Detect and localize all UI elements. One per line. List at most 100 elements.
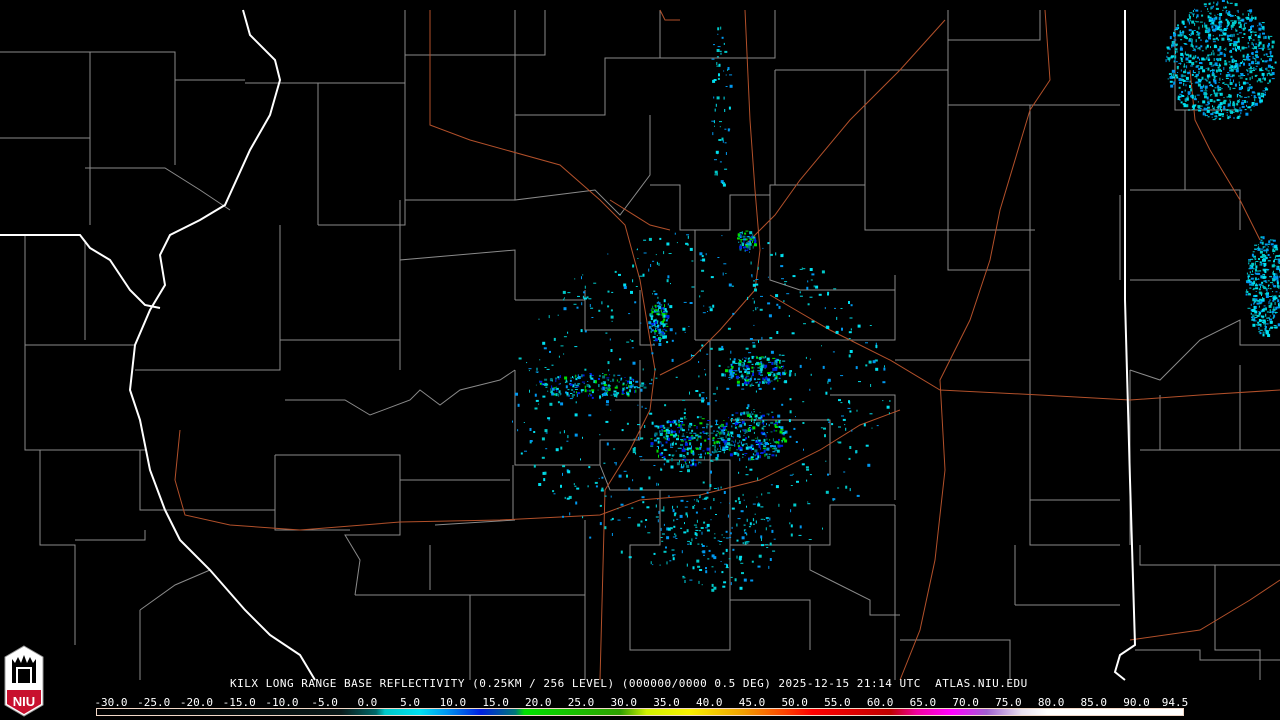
echo-pixel <box>1187 95 1189 98</box>
echo-pixel <box>624 377 626 378</box>
echo-pixel <box>706 545 708 547</box>
echo-pixel <box>629 378 631 382</box>
echo-pixel <box>674 512 677 515</box>
echo-pixel <box>730 350 732 354</box>
echo-pixel <box>684 506 688 508</box>
echo-pixel <box>546 368 550 370</box>
echo-pixel <box>695 526 698 528</box>
echo-pixel <box>762 247 764 249</box>
echo-pixel <box>738 359 741 361</box>
echo-pixel <box>1203 3 1207 6</box>
echo-pixel <box>722 437 724 440</box>
echo-pixel <box>1213 52 1215 56</box>
echo-pixel <box>1275 311 1277 314</box>
echo-pixel <box>640 437 644 440</box>
echo-pixel <box>1181 20 1185 24</box>
echo-pixel <box>1166 55 1168 58</box>
echo-pixel <box>539 359 541 361</box>
echo-pixel <box>1246 69 1248 71</box>
echo-pixel <box>549 402 553 406</box>
echo-pixel <box>788 315 790 317</box>
echo-pixel <box>1238 49 1240 51</box>
echo-pixel <box>1235 28 1237 30</box>
echo-pixel <box>580 458 581 461</box>
echo-pixel <box>1213 1 1215 4</box>
echo-pixel <box>805 466 809 469</box>
echo-pixel <box>710 432 714 434</box>
echo-pixel <box>751 560 754 563</box>
echo-pixel <box>1208 33 1212 37</box>
echo-pixel <box>695 511 698 514</box>
echo-pixel <box>1250 109 1252 112</box>
echo-pixel <box>821 345 822 347</box>
echo-pixel <box>563 307 567 311</box>
echo-pixel <box>645 519 648 521</box>
echo-pixel <box>601 487 604 491</box>
echo-pixel <box>735 439 736 443</box>
echo-pixel <box>759 455 761 459</box>
echo-pixel <box>856 494 860 497</box>
echo-pixel <box>657 310 659 312</box>
echo-pixel <box>1173 29 1175 31</box>
echo-pixel <box>716 56 719 58</box>
echo-pixel <box>637 436 639 440</box>
echo-pixel <box>858 381 861 383</box>
echo-pixel <box>1259 250 1263 254</box>
echo-pixel <box>690 449 693 453</box>
echo-pixel <box>1215 79 1217 82</box>
echo-pixel <box>1250 258 1254 260</box>
echo-pixel <box>536 367 538 371</box>
echo-pixel <box>1247 96 1250 98</box>
echo-pixel <box>714 445 716 449</box>
echo-pixel <box>586 296 589 299</box>
echo-pixel <box>658 328 662 331</box>
echo-pixel <box>1267 254 1270 256</box>
echo-pixel <box>717 257 720 258</box>
echo-pixel <box>652 260 655 262</box>
echo-pixel <box>1251 262 1255 266</box>
echo-pixel <box>806 468 810 471</box>
echo-pixel <box>1236 33 1239 35</box>
echo-pixel <box>564 297 565 299</box>
radar-map[interactable] <box>0 0 1280 720</box>
echo-pixel <box>550 390 553 394</box>
echo-pixel <box>699 494 701 498</box>
echo-pixel <box>742 429 744 432</box>
echo-pixel <box>769 517 771 521</box>
echo-pixel <box>700 442 702 446</box>
echo-pixel <box>675 332 677 335</box>
echo-pixel <box>723 451 725 454</box>
echo-pixel <box>658 454 659 458</box>
echo-pixel <box>1253 57 1255 59</box>
echo-pixel <box>1271 40 1275 44</box>
echo-pixel <box>702 430 705 433</box>
echo-pixel <box>1198 68 1201 71</box>
echo-pixel <box>1242 27 1245 31</box>
echo-pixel <box>1238 32 1242 34</box>
echo-pixel <box>1210 65 1214 67</box>
echo-pixel <box>701 418 705 420</box>
echo-pixel <box>576 391 577 394</box>
echo-pixel <box>1275 291 1278 293</box>
echo-pixel <box>740 562 744 564</box>
echo-pixel <box>1207 100 1209 102</box>
echo-pixel <box>1249 70 1253 74</box>
echo-pixel <box>1167 78 1169 80</box>
echo-pixel <box>704 439 707 442</box>
echo-pixel <box>739 370 742 373</box>
echo-pixel <box>1236 94 1238 98</box>
echo-pixel <box>1254 46 1257 50</box>
echo-pixel <box>1233 33 1235 37</box>
echo-pixel <box>738 366 741 368</box>
echo-pixel <box>660 309 662 311</box>
echo-pixel <box>748 526 751 528</box>
echo-pixel <box>663 436 665 439</box>
echo-pixel <box>719 543 721 545</box>
echo-pixel <box>778 367 782 369</box>
echo-pixel <box>614 270 617 273</box>
echo-pixel <box>762 422 764 426</box>
echo-pixel <box>1174 58 1176 62</box>
echo-pixel <box>598 374 601 377</box>
echo-pixel <box>749 522 752 526</box>
echo-pixel <box>731 365 734 369</box>
